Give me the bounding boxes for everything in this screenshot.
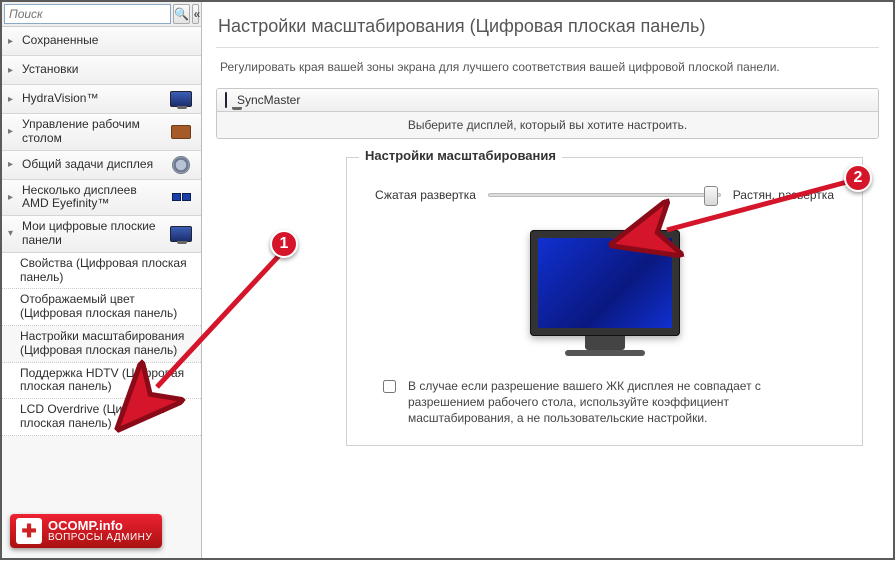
sidebar-subitem-properties[interactable]: Свойства (Цифровая плоская панель) <box>2 253 201 290</box>
sidebar-subitem-lcd-overdrive[interactable]: LCD Overdrive (Цифровая плоская панель) <box>2 399 201 436</box>
display-pick-hint: Выберите дисплей, который вы хотите наст… <box>217 112 878 138</box>
scaling-panel-title: Настройки масштабирования <box>359 148 562 163</box>
use-scaling-checkbox[interactable] <box>383 380 396 393</box>
monitor-preview <box>375 230 834 356</box>
checkbox-row: В случае если разрешение вашего ЖК диспл… <box>375 378 834 427</box>
sidebar-item-label: Мои цифровые плоские панели <box>22 220 165 248</box>
sidebar-item-label: Свойства (Цифровая плоская панель) <box>20 257 197 285</box>
sidebar-item-label: Сохраненные <box>22 34 165 48</box>
checkbox-label: В случае если разрешение вашего ЖК диспл… <box>408 378 826 427</box>
search-row: 🔍 « <box>2 2 201 27</box>
monitor-illustration <box>530 230 680 356</box>
search-button[interactable]: 🔍 <box>173 4 190 24</box>
sidebar-item-saved[interactable]: ▸ Сохраненные <box>2 27 201 56</box>
display-selector-card: SyncMaster Выберите дисплей, который вы … <box>216 88 879 139</box>
sidebar-item-label: HydraVision™ <box>22 92 165 106</box>
desktop-icon <box>165 122 197 142</box>
sidebar-item-label: Отображаемый цвет (Цифровая плоская пане… <box>20 293 197 321</box>
sidebar-item-label: Поддержка HDTV (Цифровая плоская панель) <box>20 367 197 395</box>
sidebar-item-label: Настройки масштабирования (Цифровая плос… <box>20 330 197 358</box>
sidebar-subitem-scaling[interactable]: Настройки масштабирования (Цифровая плос… <box>2 326 201 363</box>
scaling-panel: Настройки масштабирования Сжатая разверт… <box>346 157 863 446</box>
chevron-right-icon: ▸ <box>8 65 18 76</box>
chevron-down-icon: ▾ <box>8 228 18 239</box>
chevron-right-icon: ▸ <box>8 36 18 47</box>
main-content: Настройки масштабирования (Цифровая плос… <box>202 2 893 558</box>
slider-thumb[interactable] <box>704 186 718 206</box>
search-input[interactable] <box>4 4 171 24</box>
sidebar-item-my-flat-panels[interactable]: ▾ Мои цифровые плоские панели <box>2 216 201 253</box>
monitor-icon <box>165 89 197 109</box>
scaling-slider[interactable] <box>488 193 721 197</box>
sidebar-item-label: Несколько дисплеев AMD Eyefinity™ <box>22 184 165 212</box>
slider-label-right: Растян. развертка <box>733 188 834 202</box>
slider-label-left: Сжатая развертка <box>375 188 476 202</box>
sidebar-item-label: Управление рабочим столом <box>22 118 165 146</box>
sidebar-item-common-display-tasks[interactable]: ▸ Общий задачи дисплея <box>2 151 201 180</box>
chevron-right-icon: ▸ <box>8 94 18 105</box>
page-title: Настройки масштабирования (Цифровая плос… <box>216 10 879 48</box>
monitor-icon <box>225 93 227 107</box>
sidebar-nav: ▸ Сохраненные ▸ Установки ▸ HydraVision™… <box>2 27 201 558</box>
scaling-slider-row: Сжатая развертка Растян. развертка <box>375 188 834 202</box>
sidebar-subitem-hdtv[interactable]: Поддержка HDTV (Цифровая плоская панель) <box>2 363 201 400</box>
sidebar-item-presets[interactable]: ▸ Установки <box>2 56 201 85</box>
display-row[interactable]: SyncMaster <box>217 89 878 112</box>
sidebar-item-desktop-mgmt[interactable]: ▸ Управление рабочим столом <box>2 114 201 151</box>
chevron-right-icon: ▸ <box>8 192 18 203</box>
chevron-right-icon: ▸ <box>8 159 18 170</box>
chevron-right-icon: ▸ <box>8 126 18 137</box>
sidebar: 🔍 « ▸ Сохраненные ▸ Установки ▸ HydraVis… <box>2 2 202 558</box>
sidebar-item-eyefinity[interactable]: ▸ Несколько дисплеев AMD Eyefinity™ <box>2 180 201 217</box>
chevron-left-double-icon: « <box>194 7 198 21</box>
page-description: Регулировать края вашей зоны экрана для … <box>216 48 879 88</box>
sidebar-collapse-button[interactable]: « <box>192 4 199 24</box>
sidebar-item-label: Установки <box>22 63 165 77</box>
sidebar-item-label: Общий задачи дисплея <box>22 158 165 172</box>
monitor-icon <box>165 224 197 244</box>
multi-monitor-icon <box>165 187 197 207</box>
sidebar-item-hydravision[interactable]: ▸ HydraVision™ <box>2 85 201 114</box>
gear-icon <box>165 155 197 175</box>
sidebar-item-label: LCD Overdrive (Цифровая плоская панель) <box>20 403 197 431</box>
sidebar-subitem-display-color[interactable]: Отображаемый цвет (Цифровая плоская пане… <box>2 289 201 326</box>
display-name: SyncMaster <box>237 93 300 107</box>
search-icon: 🔍 <box>174 7 189 21</box>
